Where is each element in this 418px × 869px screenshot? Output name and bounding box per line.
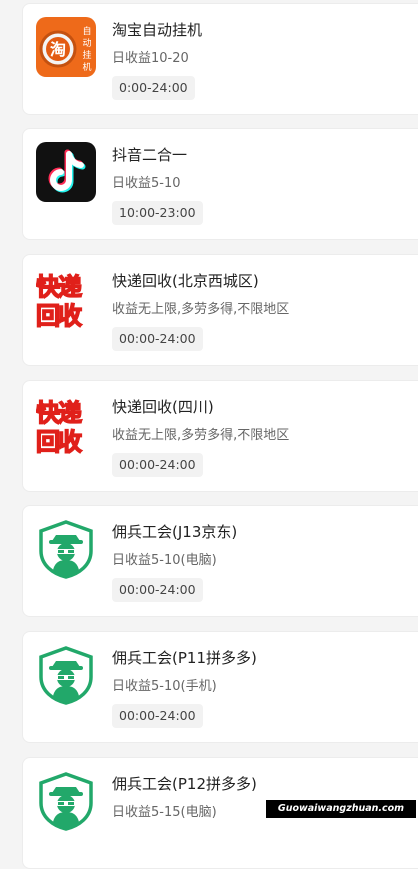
tiktok-icon (36, 142, 96, 202)
taobao-icon: 淘 自 动 挂 机 (36, 17, 96, 77)
task-card-taobao[interactable]: 淘 自 动 挂 机 淘宝自动挂机 日收益10-20 0:00-24:00 (22, 3, 418, 115)
task-title: 快递回收(北京西城区) (112, 272, 259, 290)
task-income: 日收益5-10(电脑) (112, 553, 217, 568)
task-time-badge: 00:00-24:00 (112, 704, 203, 728)
svg-text:挂: 挂 (82, 49, 91, 61)
task-card-guild-p11[interactable]: 佣兵工会(P11拼多多) 日收益5-10(手机) 00:00-24:00 (22, 631, 418, 743)
svg-text:动: 动 (82, 38, 91, 49)
svg-text:回收: 回收 (36, 428, 82, 454)
task-card-douyin[interactable]: 抖音二合一 日收益5-10 10:00-23:00 (22, 128, 418, 240)
task-list: 淘 自 动 挂 机 淘宝自动挂机 日收益10-20 0:00-24:00 抖音二… (0, 0, 418, 869)
task-time-badge: 00:00-24:00 (112, 453, 203, 477)
task-title: 佣兵工会(P12拼多多) (112, 775, 257, 793)
mercenary-guild-icon (36, 519, 96, 579)
task-title: 抖音二合一 (112, 146, 188, 164)
express-recycle-icon: 快递 回收 (36, 394, 96, 454)
mercenary-guild-icon (36, 771, 96, 831)
task-income: 收益无上限,多劳多得,不限地区 (112, 302, 290, 317)
task-title: 佣兵工会(J13京东) (112, 523, 238, 541)
svg-text:快递: 快递 (36, 273, 82, 301)
task-income: 日收益5-15(电脑) (112, 805, 217, 820)
express-recycle-icon: 快递 回收 (36, 268, 96, 328)
svg-text:快递: 快递 (36, 399, 82, 427)
svg-text:自: 自 (82, 25, 91, 37)
task-title: 佣兵工会(P11拼多多) (112, 649, 257, 667)
task-card-express-sichuan[interactable]: 快递 回收 快递回收(四川) 收益无上限,多劳多得,不限地区 00:00-24:… (22, 380, 418, 492)
task-income: 日收益5-10(手机) (112, 679, 217, 694)
task-income: 日收益5-10 (112, 176, 181, 191)
task-card-guild-j13[interactable]: 佣兵工会(J13京东) 日收益5-10(电脑) 00:00-24:00 (22, 505, 418, 617)
task-time-badge: 10:00-23:00 (112, 201, 203, 225)
task-title: 淘宝自动挂机 (112, 21, 203, 39)
task-time-badge: 0:00-24:00 (112, 76, 195, 100)
task-time-badge: 00:00-24:00 (112, 578, 203, 602)
task-time-badge: 00:00-24:00 (112, 327, 203, 351)
task-income: 收益无上限,多劳多得,不限地区 (112, 428, 290, 443)
svg-text:回收: 回收 (36, 302, 82, 328)
svg-text:机: 机 (82, 61, 91, 73)
task-card-express-beijing[interactable]: 快递 回收 快递回收(北京西城区) 收益无上限,多劳多得,不限地区 00:00-… (22, 254, 418, 366)
task-title: 快递回收(四川) (112, 398, 214, 416)
taobao-logo-char: 淘 (50, 40, 66, 59)
mercenary-guild-icon (36, 645, 96, 705)
task-income: 日收益10-20 (112, 51, 189, 66)
watermark: Guowaiwangzhuan.com (266, 800, 416, 818)
